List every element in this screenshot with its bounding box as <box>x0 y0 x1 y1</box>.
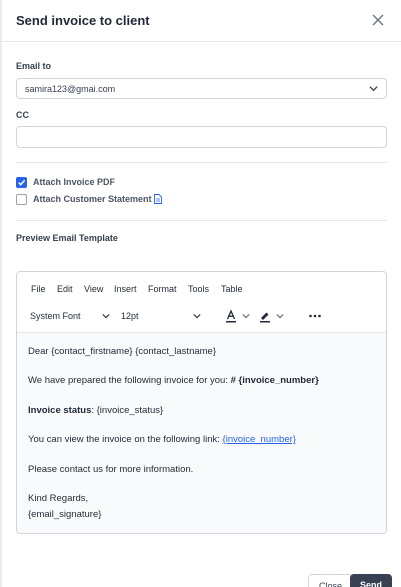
invoice-link[interactable]: {invoice_number} <box>223 434 296 445</box>
status-value: : {invoice_status} <box>91 405 164 416</box>
divider <box>16 162 387 163</box>
divider <box>16 220 387 221</box>
contact-line: Please contact us for more information. <box>28 464 194 475</box>
intro-text: We have prepared the following invoice f… <box>28 375 231 386</box>
attach-customer-statement-label: Attach Customer Statement <box>33 194 152 204</box>
attach-invoice-pdf-checkbox[interactable] <box>16 176 27 188</box>
menu-insert[interactable]: Insert <box>114 284 137 294</box>
menu-tools[interactable]: Tools <box>188 284 209 294</box>
modal-header: Send invoice to client <box>2 0 401 42</box>
email-to-select[interactable]: samira123@gmai.com <box>16 78 387 99</box>
checkmark-icon <box>18 179 26 186</box>
more-icon <box>309 314 321 318</box>
text-color-button[interactable] <box>224 308 250 324</box>
modal-title: Send invoice to client <box>16 13 150 28</box>
intro-line: We have prepared the following invoice f… <box>28 375 319 386</box>
close-icon[interactable] <box>369 11 387 29</box>
menu-format[interactable]: Format <box>148 284 177 294</box>
attach-invoice-pdf-label: Attach Invoice PDF <box>33 177 116 187</box>
chevron-down-icon <box>276 313 284 319</box>
text-color-icon <box>226 309 236 323</box>
highlighter-icon <box>260 312 270 323</box>
menu-view[interactable]: View <box>84 284 103 294</box>
preview-email-template-label: Preview Email Template <box>16 233 118 243</box>
greeting-line: Dear {contact_firstname} {contact_lastna… <box>28 346 217 357</box>
font-family-value: System Font <box>30 311 81 321</box>
attach-customer-statement-checkbox[interactable] <box>16 193 27 205</box>
font-size-value: 12pt <box>121 311 139 321</box>
cc-input[interactable] <box>16 126 387 148</box>
font-family-select[interactable]: System Font <box>26 308 112 324</box>
editor-menubar: File Edit View Insert Format Tools Table <box>17 282 386 296</box>
chevron-down-icon <box>102 313 110 319</box>
view-text: You can view the invoice on the followin… <box>28 434 223 445</box>
cc-label: CC <box>16 110 29 120</box>
email-body[interactable]: Dear {contact_firstname} {contact_lastna… <box>17 333 386 533</box>
highlight-color-button[interactable] <box>258 308 284 324</box>
editor-toolbar: System Font 12pt <box>17 304 386 328</box>
status-label: Invoice status <box>28 405 92 416</box>
send-button[interactable]: Send <box>350 574 393 587</box>
send-invoice-modal: Send invoice to client Email to samira12… <box>2 0 401 587</box>
view-link-line: You can view the invoice on the followin… <box>28 434 296 445</box>
more-options-button[interactable] <box>308 308 322 324</box>
status-line: Invoice status: {invoice_status} <box>28 405 163 416</box>
attach-invoice-pdf-row[interactable]: Attach Invoice PDF <box>16 176 115 188</box>
chevron-down-icon <box>369 86 378 92</box>
signature-line: {email_signature} <box>28 509 102 520</box>
close-button[interactable]: Close <box>308 574 354 587</box>
email-template-editor: File Edit View Insert Format Tools Table… <box>16 271 387 534</box>
menu-file[interactable]: File <box>31 284 46 294</box>
font-size-select[interactable]: 12pt <box>117 308 203 324</box>
chevron-down-icon <box>242 313 250 319</box>
email-to-label: Email to <box>16 61 52 71</box>
menu-table[interactable]: Table <box>221 284 243 294</box>
chevron-down-icon <box>193 313 201 319</box>
attach-customer-statement-row[interactable]: Attach Customer Statement <box>16 193 162 205</box>
menu-edit[interactable]: Edit <box>57 284 73 294</box>
invoice-number-bold: # {invoice_number} <box>230 375 319 386</box>
document-icon[interactable] <box>153 194 162 204</box>
regards-line: Kind Regards, <box>28 493 89 504</box>
email-to-value: samira123@gmai.com <box>25 84 116 94</box>
